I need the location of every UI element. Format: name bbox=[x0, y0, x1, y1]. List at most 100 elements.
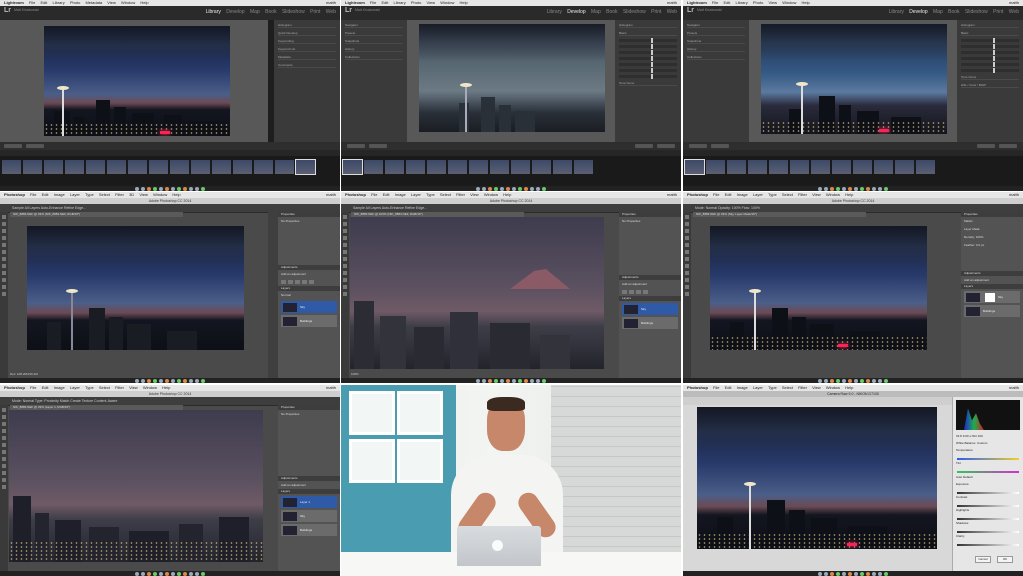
module-map[interactable]: Map bbox=[250, 9, 260, 15]
menu-window[interactable]: Window bbox=[121, 0, 135, 5]
menu-select[interactable]: Select bbox=[782, 385, 793, 390]
menu-view[interactable]: View bbox=[139, 192, 148, 197]
develop-slider[interactable] bbox=[961, 62, 1019, 67]
dock-icon[interactable] bbox=[141, 186, 145, 191]
brush-tool-icon[interactable] bbox=[685, 257, 689, 261]
brush-tool-icon[interactable] bbox=[343, 257, 347, 261]
panel-snapshots[interactable]: Snapshots bbox=[345, 40, 403, 44]
dock-icon[interactable] bbox=[159, 571, 163, 576]
menu-edit[interactable]: Edit bbox=[42, 192, 49, 197]
marquee-tool-icon[interactable] bbox=[2, 222, 6, 226]
filmstrip-thumbnail[interactable] bbox=[448, 160, 467, 174]
develop-slider[interactable] bbox=[619, 62, 677, 67]
dock-icon[interactable] bbox=[518, 378, 522, 383]
module-library[interactable]: Library bbox=[889, 9, 904, 15]
grid-view-button[interactable] bbox=[4, 144, 22, 148]
ok-button[interactable]: OK bbox=[997, 556, 1013, 563]
module-book[interactable]: Book bbox=[265, 9, 276, 15]
panel-presets[interactable]: Presets bbox=[687, 32, 745, 36]
hand-tool-icon[interactable] bbox=[685, 292, 689, 296]
filmstrip-thumbnail[interactable] bbox=[748, 160, 767, 174]
panel-keywording[interactable]: Keywording bbox=[278, 40, 336, 44]
panel-hsl[interactable]: HSL / Color / B&W bbox=[961, 84, 1019, 88]
layer-row-buildings[interactable]: Buildings bbox=[281, 315, 337, 327]
menu-type[interactable]: Type bbox=[768, 192, 777, 197]
type-tool-icon[interactable] bbox=[2, 285, 6, 289]
dock-icon[interactable] bbox=[818, 186, 822, 191]
dock-icon[interactable] bbox=[884, 186, 888, 191]
layers-panel-header[interactable]: Layers bbox=[619, 296, 681, 301]
menu-app-name[interactable]: Lightroom bbox=[4, 0, 24, 5]
panel-collections[interactable]: Collections bbox=[687, 56, 745, 60]
menu-app-name[interactable]: Lightroom bbox=[345, 0, 365, 5]
dock-icon[interactable] bbox=[878, 571, 882, 576]
menu-select[interactable]: Select bbox=[440, 192, 451, 197]
crop-tool-icon[interactable] bbox=[2, 243, 6, 247]
dock-icon[interactable] bbox=[153, 378, 157, 383]
dock-icon[interactable] bbox=[165, 571, 169, 576]
dock-icon[interactable] bbox=[824, 186, 828, 191]
module-library[interactable]: Library bbox=[547, 9, 562, 15]
paste-button[interactable] bbox=[711, 144, 729, 148]
temperature-slider[interactable] bbox=[957, 458, 1019, 460]
exposure-slider[interactable] bbox=[957, 492, 1019, 494]
eraser-tool-icon[interactable] bbox=[343, 271, 347, 275]
dock-icon[interactable] bbox=[842, 186, 846, 191]
module-develop[interactable]: Develop bbox=[567, 9, 585, 15]
menu-filter[interactable]: Filter bbox=[798, 192, 807, 197]
dock-icon[interactable] bbox=[476, 378, 480, 383]
layer-row-sky[interactable]: Sky bbox=[622, 303, 678, 315]
clarity-slider[interactable] bbox=[957, 544, 1019, 546]
menu-file[interactable]: File bbox=[29, 0, 35, 5]
dock-icon[interactable] bbox=[201, 378, 205, 383]
type-tool-icon[interactable] bbox=[2, 478, 6, 482]
filmstrip-thumbnail[interactable] bbox=[406, 160, 425, 174]
exposure-icon[interactable] bbox=[302, 280, 307, 284]
dock-icon[interactable] bbox=[500, 186, 504, 191]
eyedropper-tool-icon[interactable] bbox=[2, 250, 6, 254]
brush-tool-icon[interactable] bbox=[2, 257, 6, 261]
quick-select-tool-icon[interactable] bbox=[2, 429, 6, 433]
menu-image[interactable]: Image bbox=[737, 192, 748, 197]
dock-icon[interactable] bbox=[189, 186, 193, 191]
menu-select[interactable]: Select bbox=[99, 385, 110, 390]
dock-icon[interactable] bbox=[201, 571, 205, 576]
loupe-view-button[interactable] bbox=[26, 144, 44, 148]
dock-icon[interactable] bbox=[836, 378, 840, 383]
default-link[interactable]: Default bbox=[963, 475, 973, 479]
dock-icon[interactable] bbox=[506, 186, 510, 191]
menu-app-name[interactable]: Photoshop bbox=[345, 192, 366, 197]
panel-presets[interactable]: Presets bbox=[345, 32, 403, 36]
panel-histogram[interactable]: Histogram bbox=[278, 24, 336, 28]
menu-filter[interactable]: Filter bbox=[798, 385, 807, 390]
module-develop[interactable]: Develop bbox=[909, 9, 927, 15]
dock-icon[interactable] bbox=[506, 378, 510, 383]
filmstrip-thumbnail[interactable] bbox=[128, 160, 147, 174]
highlights-slider[interactable] bbox=[957, 518, 1019, 520]
panel-history[interactable]: History bbox=[345, 48, 403, 52]
dock-icon[interactable] bbox=[500, 378, 504, 383]
module-map[interactable]: Map bbox=[933, 9, 943, 15]
menu-help[interactable]: Help bbox=[172, 192, 180, 197]
menu-type[interactable]: Type bbox=[768, 385, 777, 390]
module-library[interactable]: Library bbox=[206, 9, 221, 15]
menu-photo[interactable]: Photo bbox=[70, 0, 80, 5]
dock-icon[interactable] bbox=[165, 378, 169, 383]
dock-icon[interactable] bbox=[542, 378, 546, 383]
dock-icon[interactable] bbox=[530, 186, 534, 191]
dock-icon[interactable] bbox=[201, 186, 205, 191]
menu-file[interactable]: File bbox=[713, 192, 719, 197]
dock-icon[interactable] bbox=[147, 378, 151, 383]
layers-panel-header[interactable]: Layers bbox=[961, 284, 1023, 289]
filmstrip-thumbnail[interactable] bbox=[427, 160, 446, 174]
filmstrip-thumbnail-selected[interactable] bbox=[295, 159, 316, 175]
module-web[interactable]: Web bbox=[667, 9, 677, 15]
dock-icon[interactable] bbox=[195, 378, 199, 383]
dock-icon[interactable] bbox=[482, 378, 486, 383]
menu-file[interactable]: File bbox=[713, 385, 719, 390]
module-map[interactable]: Map bbox=[591, 9, 601, 15]
dock-icon[interactable] bbox=[195, 571, 199, 576]
module-web[interactable]: Web bbox=[326, 9, 336, 15]
lasso-tool-icon[interactable] bbox=[2, 229, 6, 233]
hand-tool-icon[interactable] bbox=[2, 485, 6, 489]
